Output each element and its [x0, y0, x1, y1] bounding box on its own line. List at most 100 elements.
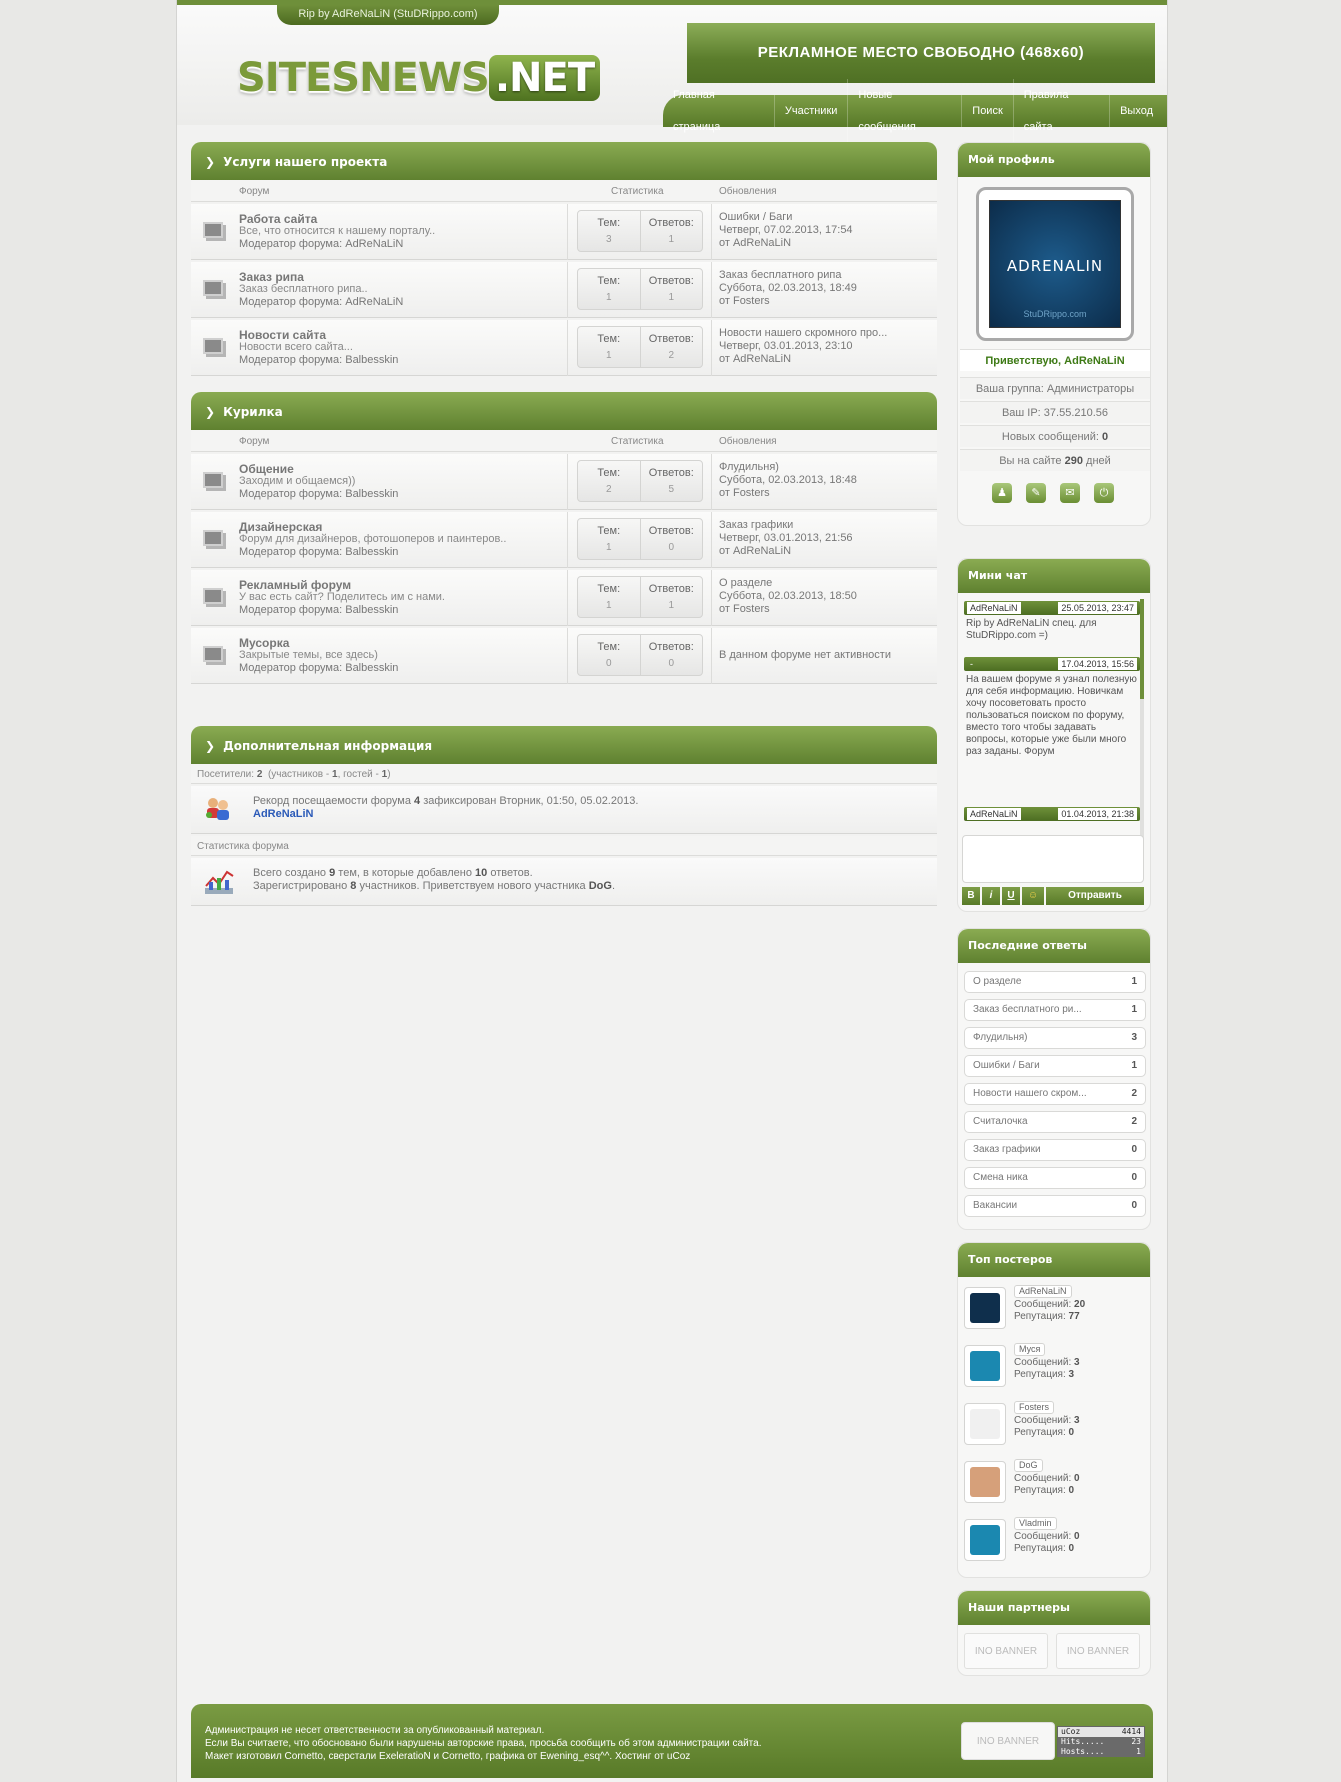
- latest-reply-item[interactable]: Ошибки / Баги 1: [964, 1055, 1146, 1077]
- edit-icon[interactable]: ✎: [1026, 483, 1046, 503]
- last-topic-link[interactable]: О разделе: [719, 577, 857, 590]
- forum-title-link[interactable]: Рекламный форум: [239, 578, 351, 592]
- last-topic-link[interactable]: Новости нашего скромного про...: [719, 327, 887, 340]
- last-update-author[interactable]: от Fosters: [719, 487, 857, 500]
- forum-stats: Тем: 3 Ответов: 1: [577, 210, 703, 252]
- replies-label: Ответов:: [648, 641, 694, 653]
- chat-message: AdReNaLiN 25.05.2013, 23:47 Rip by AdReNa…: [964, 601, 1140, 645]
- avatar[interactable]: [964, 1345, 1006, 1387]
- nav-new-messages[interactable]: Новые сообщения: [847, 79, 961, 143]
- section-header[interactable]: ❯ Дополнительная информация: [191, 726, 937, 764]
- last-update-author[interactable]: от AdReNaLiN: [719, 237, 853, 250]
- mail-icon[interactable]: ✉: [1060, 483, 1080, 503]
- send-button[interactable]: Отправить: [1046, 887, 1144, 905]
- online-user-link[interactable]: AdReNaLiN: [253, 808, 314, 820]
- ucoz-counter[interactable]: uCoz 4414 Hits..... 23 Hosts.... 1: [1057, 1726, 1145, 1757]
- user-icon[interactable]: ♟: [992, 483, 1012, 503]
- forum-title-link[interactable]: Общение: [239, 462, 294, 476]
- forum-moderator: Модератор форума: Balbesskin: [239, 354, 399, 366]
- visitors-bar: Посетители: 2 (участников - 1, гостей - …: [191, 764, 937, 784]
- top-posters-panel: Топ постеров AdReNaLiN Сообщений: 20 Реп…: [957, 1242, 1151, 1578]
- forum-title-link[interactable]: Работа сайта: [239, 212, 317, 226]
- poster-name-link[interactable]: DoG: [1014, 1459, 1043, 1472]
- partner-banner[interactable]: INO BANNER: [964, 1633, 1048, 1669]
- col-stats: Статистика: [611, 436, 664, 447]
- latest-reply-item[interactable]: Заказ графики 0: [964, 1139, 1146, 1161]
- poster-name-link[interactable]: Vladmin: [1014, 1517, 1057, 1530]
- forum-folder-icon: [203, 338, 223, 354]
- avatar[interactable]: [964, 1461, 1006, 1503]
- nav-home[interactable]: Главная страница: [663, 79, 774, 143]
- stats-text: тем, в которые добавлено: [338, 867, 472, 879]
- latest-reply-item[interactable]: Вакансии 0: [964, 1195, 1146, 1217]
- power-icon[interactable]: ⏻: [1094, 483, 1114, 503]
- chat-input[interactable]: [962, 835, 1144, 883]
- chat-author[interactable]: AdReNaLiN: [967, 602, 1021, 614]
- latest-reply-item[interactable]: Новости нашего скром... 2: [964, 1083, 1146, 1105]
- chat-title: Мини чат: [958, 559, 1150, 593]
- italic-button[interactable]: i: [982, 887, 1000, 905]
- last-topic-link[interactable]: Заказ бесплатного рипа: [719, 269, 857, 282]
- reply-count: 0: [1131, 1144, 1137, 1155]
- chat-author[interactable]: -: [967, 658, 976, 670]
- forum-row[interactable]: Работа сайта Все, что относится к нашему…: [191, 204, 937, 260]
- footer-banner[interactable]: INO BANNER: [961, 1722, 1055, 1760]
- last-update: Заказ графики Четверг, 03.01.2013, 21:56…: [719, 519, 853, 558]
- latest-reply-item[interactable]: О разделе 1: [964, 971, 1146, 993]
- new-messages[interactable]: Новых сообщений: 0: [960, 425, 1150, 447]
- poster-stats: Сообщений: 3 Репутация: 0: [1014, 1415, 1080, 1439]
- avatar[interactable]: [964, 1403, 1006, 1445]
- latest-reply-item[interactable]: Считалочка 2: [964, 1111, 1146, 1133]
- forum-row[interactable]: Общение Заходим и общаемся)) Модератор ф…: [191, 454, 937, 510]
- latest-reply-item[interactable]: Заказ бесплатного ри... 1: [964, 999, 1146, 1021]
- forum-row[interactable]: Мусорка Закрытые темы, все здесь) Модера…: [191, 628, 937, 684]
- last-update-author[interactable]: от AdReNaLiN: [719, 353, 887, 366]
- smile-icon[interactable]: ☺: [1022, 887, 1044, 905]
- divider: [567, 454, 568, 510]
- chat-scrollbar[interactable]: [1140, 599, 1144, 843]
- avatar[interactable]: [964, 1287, 1006, 1329]
- nav-rules[interactable]: Правила сайта: [1012, 79, 1109, 143]
- section-title: Курилка: [223, 405, 283, 419]
- poster-name-link[interactable]: Муся: [1014, 1343, 1046, 1356]
- forum-row[interactable]: Дизайнерская Форум для дизайнеров, фотош…: [191, 512, 937, 568]
- nav-members[interactable]: Участники: [773, 95, 848, 127]
- chat-author[interactable]: AdReNaLiN: [967, 808, 1021, 820]
- newest-member-link[interactable]: DoG: [589, 880, 612, 892]
- avatar[interactable]: ADRENALIN StuDRippo.com: [976, 187, 1134, 341]
- ad-banner[interactable]: РЕКЛАМНОЕ МЕСТО СВОБОДНО (468х60): [687, 23, 1155, 83]
- last-update-author[interactable]: от AdReNaLiN: [719, 545, 853, 558]
- replies-stat: Ответов: 1: [639, 269, 703, 309]
- last-update-author[interactable]: от Fosters: [719, 603, 857, 616]
- last-topic-link[interactable]: Флудильня): [719, 461, 857, 474]
- partner-banner[interactable]: INO BANNER: [1056, 1633, 1140, 1669]
- replies-stat: Ответов: 0: [639, 635, 703, 675]
- last-topic-link[interactable]: Ошибки / Баги: [719, 211, 853, 224]
- poster-name-link[interactable]: AdReNaLiN: [1014, 1285, 1072, 1298]
- latest-reply-item[interactable]: Флудильня) 3: [964, 1027, 1146, 1049]
- nav-search[interactable]: Поиск: [961, 95, 1012, 127]
- bold-button[interactable]: B: [962, 887, 980, 905]
- last-update-author[interactable]: от Fosters: [719, 295, 857, 308]
- replies-stat: Ответов: 1: [639, 211, 703, 251]
- top-poster: Fosters Сообщений: 3 Репутация: 0: [964, 1401, 1146, 1451]
- forum-title-link[interactable]: Заказ рипа: [239, 270, 304, 284]
- avatar[interactable]: [964, 1519, 1006, 1561]
- section-header[interactable]: ❯ Услуги нашего проекта: [191, 142, 937, 180]
- forum-title-link[interactable]: Новости сайта: [239, 328, 326, 342]
- forum-row[interactable]: Заказ рипа Заказ бесплатного рипа.. Моде…: [191, 262, 937, 318]
- visitors-count: 2: [256, 769, 263, 780]
- forum-title-link[interactable]: Дизайнерская: [239, 520, 322, 534]
- forum-row[interactable]: Новости сайта Новости всего сайта... Мод…: [191, 320, 937, 376]
- divider: [711, 570, 712, 626]
- forum-row[interactable]: Рекламный форум У вас есть сайт? Поделит…: [191, 570, 937, 626]
- section-header[interactable]: ❯ Курилка: [191, 392, 937, 430]
- latest-reply-item[interactable]: Смена ника 0: [964, 1167, 1146, 1189]
- nav-logout[interactable]: Выход: [1109, 95, 1163, 127]
- forum-title-link[interactable]: Мусорка: [239, 636, 289, 650]
- underline-button[interactable]: U: [1002, 887, 1020, 905]
- poster-name-link[interactable]: Fosters: [1014, 1401, 1055, 1414]
- last-topic-link[interactable]: Заказ графики: [719, 519, 853, 532]
- site-logo[interactable]: SITESNEWS .NET: [237, 55, 601, 101]
- replies-stat: Ответов: 0: [639, 519, 703, 559]
